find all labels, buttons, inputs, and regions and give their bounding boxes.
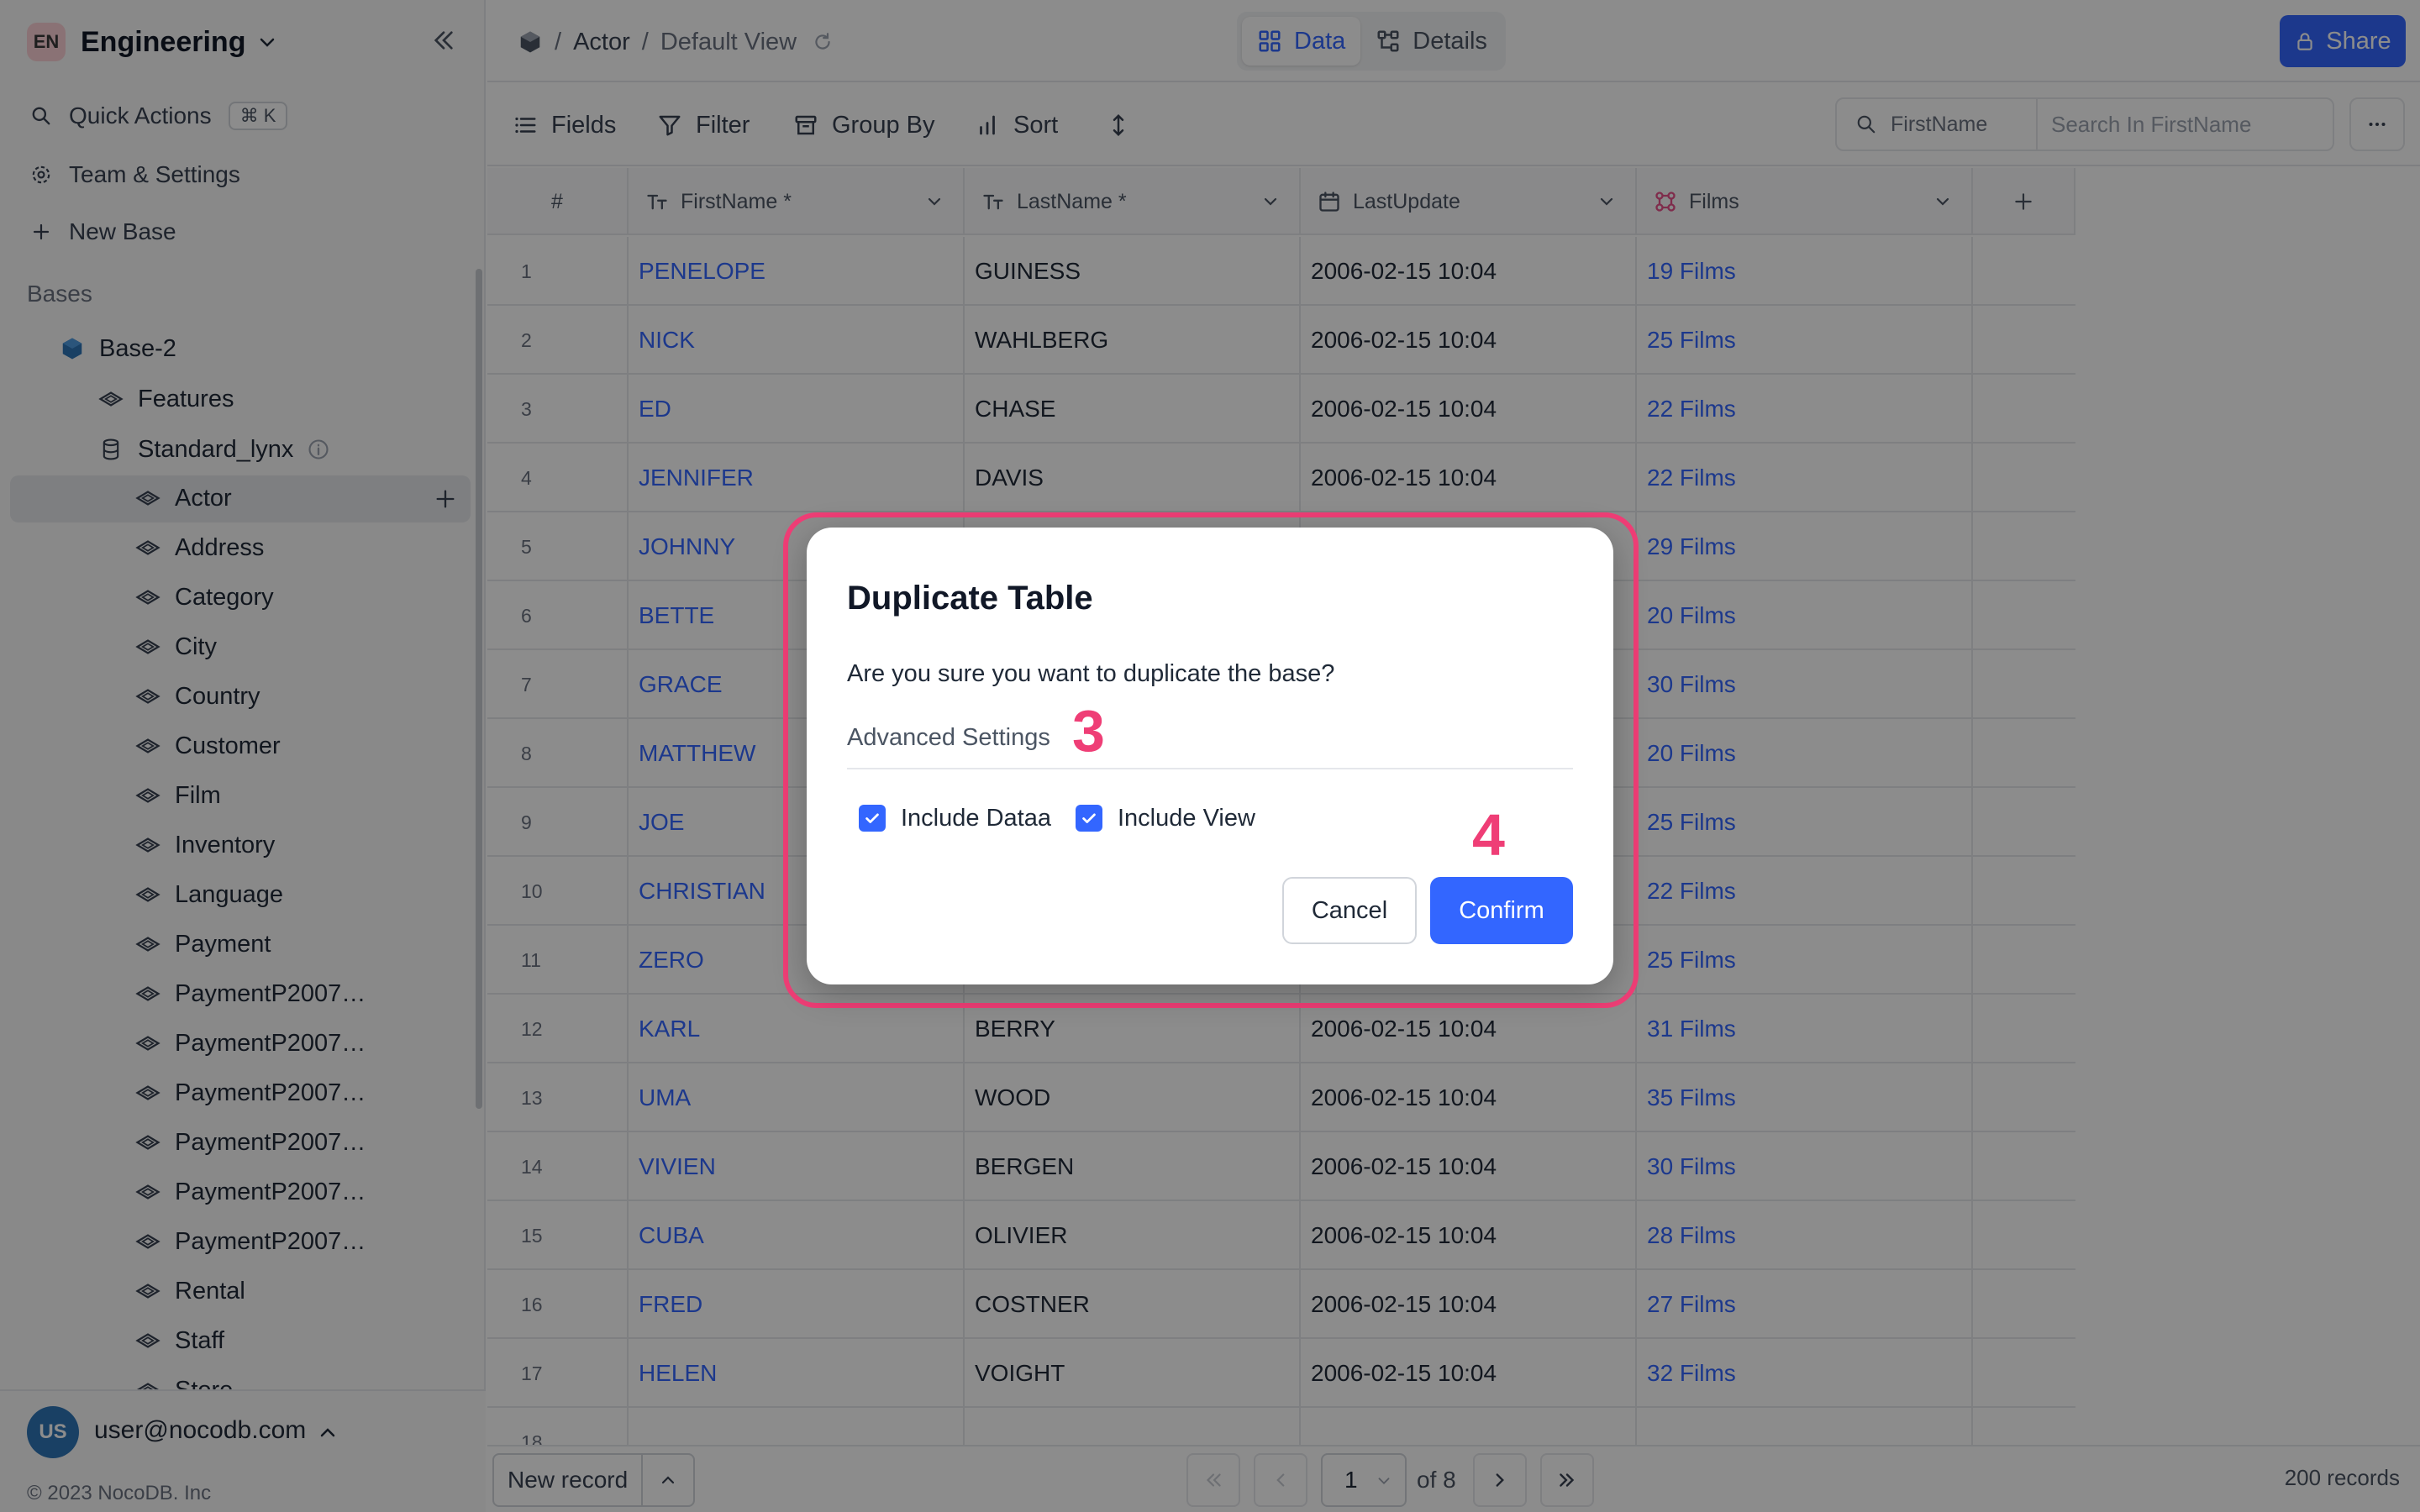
include-data-checkbox[interactable]: Include Dataa bbox=[859, 801, 1051, 835]
include-view-checkbox[interactable]: Include View bbox=[1076, 801, 1255, 835]
include-data-label: Include Dataa bbox=[901, 804, 1051, 832]
duplicate-table-dialog: Duplicate Table Are you sure you want to… bbox=[807, 528, 1613, 984]
step-3-marker: 3 bbox=[1072, 698, 1105, 764]
include-view-label: Include View bbox=[1118, 804, 1255, 832]
checkbox-checked-icon[interactable] bbox=[1076, 805, 1102, 832]
divider bbox=[847, 768, 1573, 769]
dialog-title: Duplicate Table bbox=[847, 580, 1093, 617]
advanced-settings-toggle[interactable]: Advanced Settings bbox=[847, 724, 1050, 752]
dialog-message: Are you sure you want to duplicate the b… bbox=[847, 660, 1335, 687]
cancel-button[interactable]: Cancel bbox=[1282, 877, 1417, 944]
checkbox-checked-icon[interactable] bbox=[859, 805, 886, 832]
step-4-marker: 4 bbox=[1472, 802, 1505, 868]
confirm-button[interactable]: Confirm bbox=[1430, 877, 1573, 944]
